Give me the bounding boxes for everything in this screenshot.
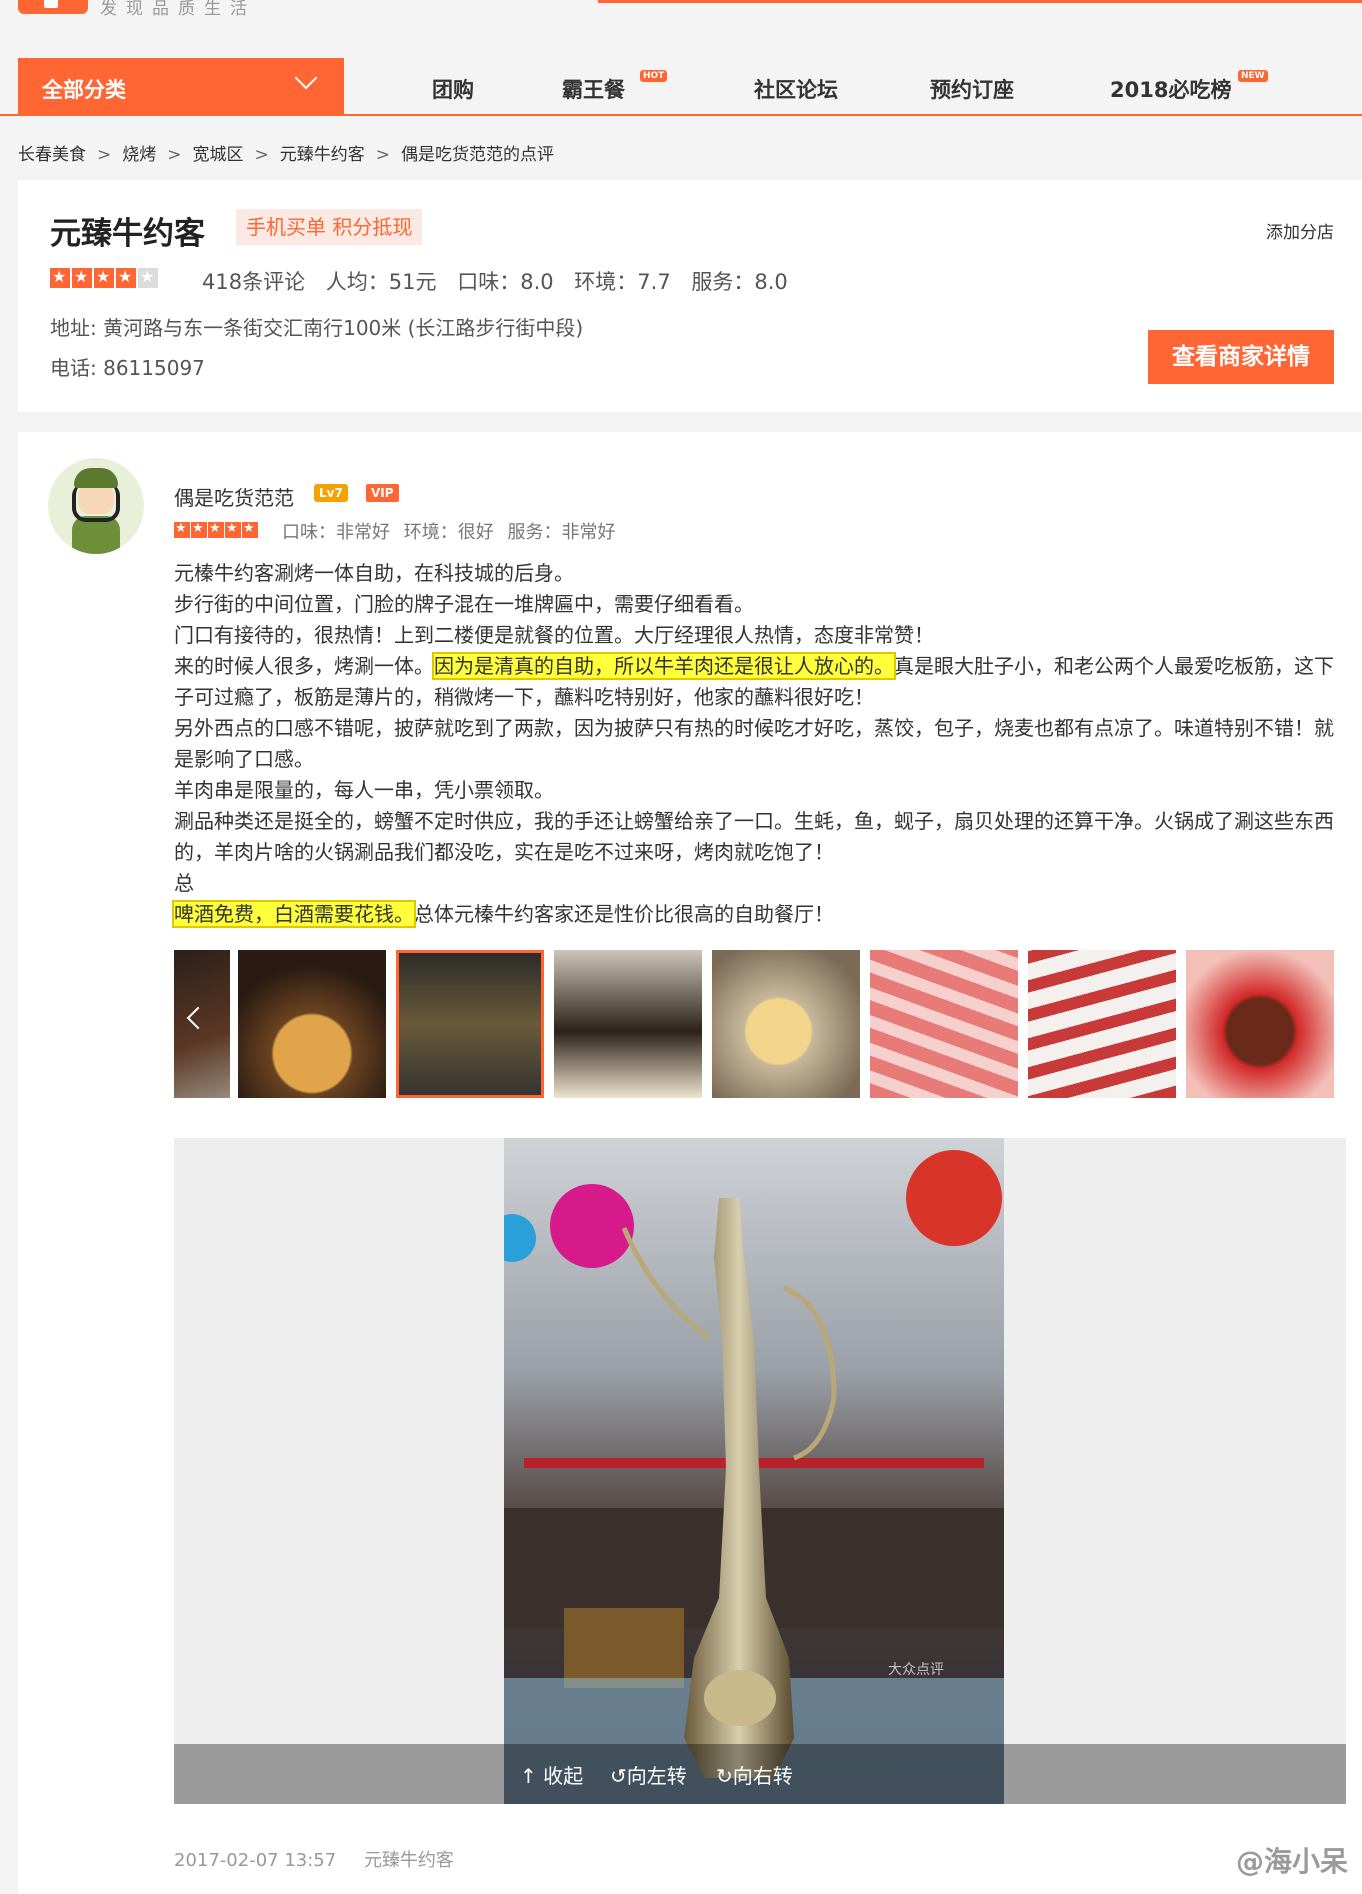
chevron-down-icon: [294, 66, 318, 90]
enlarged-photo[interactable]: 大众点评: [504, 1138, 1004, 1804]
review-environment: 环境：很好: [403, 522, 494, 543]
star-icon: [72, 267, 92, 288]
add-branch-link[interactable]: 添加分店: [1266, 218, 1334, 243]
shop-star-rating: [50, 267, 158, 288]
weibo-watermark: @海小呆: [1235, 1845, 1348, 1878]
review-sub-scores: 口味：非常好 环境：很好 服务：非常好: [282, 518, 623, 544]
environment-score: 环境：7.7: [574, 270, 671, 294]
taste-score: 口味：8.0: [457, 270, 554, 294]
breadcrumb-changchun-food[interactable]: 长春美食: [18, 145, 86, 165]
photo-thumbnail-strip: [174, 950, 1346, 1098]
nav-must-eat-2018[interactable]: 2018必吃榜 NEW: [1110, 70, 1268, 104]
review-line: 羊肉串是限量的，每人一串，凭小票领取。: [174, 778, 554, 802]
nav-group-buy[interactable]: 团购: [432, 74, 474, 104]
star-icon: [116, 267, 136, 288]
rotate-left-icon: ↺: [610, 1764, 627, 1788]
new-badge: NEW: [1238, 70, 1268, 82]
nav-bawangcan[interactable]: 霸王餐 HOT: [562, 70, 668, 104]
user-level-badge: Lv7: [314, 484, 348, 502]
shop-info-card: 元臻牛约客 手机买单 积分抵现 添加分店 418条评论 人均：51元 口味：8.…: [18, 180, 1362, 412]
site-logo[interactable]: [18, 0, 88, 14]
photo-content: 大众点评: [504, 1138, 1004, 1804]
breadcrumb-shop[interactable]: 元臻牛约客: [280, 145, 365, 165]
photo-thumbnail[interactable]: [238, 950, 386, 1098]
photo-thumbnail[interactable]: [870, 950, 1018, 1098]
review-line: 元榛牛约客涮烤一体自助，在科技城的后身。: [174, 561, 574, 585]
avatar[interactable]: [48, 458, 144, 554]
all-categories-button[interactable]: 全部分类: [18, 58, 344, 114]
nav-must-eat-label: 2018必吃榜: [1110, 78, 1232, 102]
star-icon: [174, 521, 190, 538]
collapse-button[interactable]: ↑ 收起: [520, 1760, 583, 1789]
photo-thumbnail[interactable]: [712, 950, 860, 1098]
review-line: 来的时候人很多，烤涮一体。因为是清真的自助，所以牛羊肉还是很让人放心的。真是眼大…: [174, 652, 1334, 709]
star-empty-icon: [138, 267, 158, 288]
service-score: 服务：8.0: [691, 270, 788, 294]
review-line: 总: [174, 871, 194, 895]
review-taste: 口味：非常好: [282, 522, 390, 543]
shop-address: 地址: 黄河路与东一条街交汇南行100米 (长江路步行街中段): [50, 316, 584, 340]
photo-viewer-toolbar: ↑ 收起 ↺向左转 ↻向右转: [174, 1744, 1346, 1804]
review-service: 服务：非常好: [507, 522, 616, 543]
shop-phone: 电话: 86115097: [50, 356, 205, 380]
photo-thumbnail-selected[interactable]: [396, 950, 544, 1098]
review-shop-link[interactable]: 元臻牛约客: [364, 1850, 454, 1871]
star-icon: [208, 521, 224, 538]
all-categories-label: 全部分类: [42, 78, 126, 102]
rotate-right-button[interactable]: ↻向右转: [716, 1760, 793, 1789]
star-icon: [50, 267, 70, 288]
review-star-rating: [174, 521, 258, 538]
avg-price: 人均：51元: [325, 270, 437, 294]
arrow-up-icon: ↑: [520, 1764, 537, 1788]
star-icon: [94, 267, 114, 288]
vip-badge: VIP: [366, 484, 399, 502]
prev-photo-button[interactable]: [174, 950, 230, 1098]
star-icon: [242, 521, 258, 538]
reviewer-name[interactable]: 偶是吃货范范: [174, 482, 294, 511]
breadcrumb-bbq[interactable]: 烧烤: [122, 145, 156, 165]
review-line: 门口有接待的，很热情！上到二楼便是就餐的位置。大厅经理很人热情，态度非常赞！: [174, 623, 934, 647]
review-line: 步行街的中间位置，门脸的牌子混在一堆牌匾中，需要仔细看看。: [174, 592, 754, 616]
photo-watermark: 大众点评: [888, 1662, 944, 1678]
chevron-left-icon: [186, 1006, 210, 1030]
shop-metrics: 418条评论 人均：51元 口味：8.0 环境：7.7 服务：8.0: [202, 266, 802, 296]
promo-tag[interactable]: 手机买单 积分抵现: [236, 209, 423, 245]
review-line: 另外西点的口感不错呢，披萨就吃到了两款，因为披萨只有热的时候吃才好吃，蒸饺，包子…: [174, 716, 1334, 771]
review-line: 啤酒免费，白酒需要花钱。总体元榛牛约客家还是性价比很高的自助餐厅！: [172, 900, 834, 928]
star-icon: [225, 521, 241, 538]
nav-underline: [0, 114, 1362, 116]
site-slogan: 发现品质生活: [100, 0, 256, 19]
review-footer: 2017-02-07 13:57 元臻牛约客: [174, 1846, 476, 1872]
review-body: 元榛牛约客涮烤一体自助，在科技城的后身。 步行街的中间位置，门脸的牌子混在一堆牌…: [172, 558, 1344, 930]
breadcrumb-district[interactable]: 宽城区: [193, 145, 244, 165]
rotate-right-icon: ↻: [716, 1764, 733, 1788]
photo-viewer: 大众点评 ↑ 收起 ↺向左转 ↻向右转: [174, 1138, 1346, 1804]
breadcrumb-current: 偶是吃货范范的点评: [401, 145, 554, 165]
shop-name: 元臻牛约客: [50, 216, 205, 252]
review-date: 2017-02-07 13:57: [174, 1850, 337, 1871]
nav-bawangcan-label: 霸王餐: [562, 78, 625, 102]
shop-details-button[interactable]: 查看商家详情: [1148, 330, 1334, 384]
photo-thumbnail[interactable]: [1028, 950, 1176, 1098]
hot-badge: HOT: [640, 70, 668, 82]
rotate-left-button[interactable]: ↺向左转: [610, 1760, 687, 1789]
star-icon: [191, 521, 207, 538]
breadcrumb: 长春美食 > 烧烤 > 宽城区 > 元臻牛约客 > 偶是吃货范范的点评: [18, 145, 554, 165]
nav-forum[interactable]: 社区论坛: [754, 74, 838, 104]
review-line: 涮品种类还是挺全的，螃蟹不定时供应，我的手还让螃蟹给亲了一口。生蚝，鱼，蚬子，扇…: [174, 809, 1334, 864]
nav-reservation[interactable]: 预约订座: [930, 74, 1014, 104]
highlighted-text: 啤酒免费，白酒需要花钱。: [172, 900, 416, 928]
highlighted-text: 因为是清真的自助，所以牛羊肉还是很让人放心的。: [432, 652, 896, 680]
photo-thumbnail[interactable]: [554, 950, 702, 1098]
photo-thumbnail[interactable]: [1186, 950, 1334, 1098]
review-card: 偶是吃货范范 Lv7 VIP 口味：非常好 环境：很好 服务：非常好 元榛牛约客…: [18, 432, 1362, 1894]
search-bar-border: [598, 0, 1362, 3]
review-count[interactable]: 418条评论: [202, 270, 305, 294]
